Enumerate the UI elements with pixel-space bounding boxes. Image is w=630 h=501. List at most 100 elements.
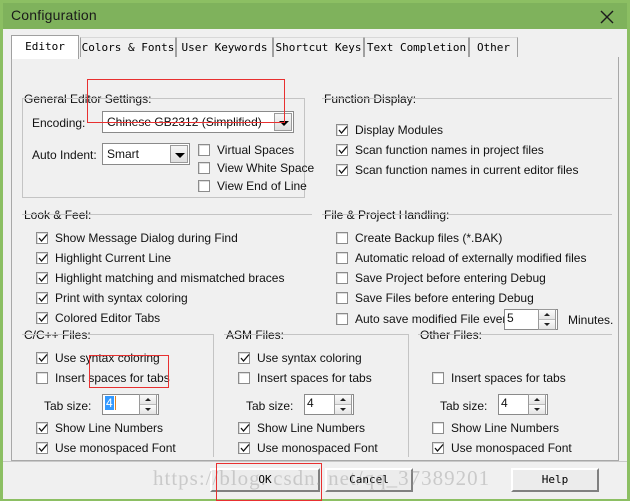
checkbox-label: Colored Editor Tabs xyxy=(55,311,161,325)
checkbox-box xyxy=(432,422,444,434)
check-icon xyxy=(338,126,348,135)
checkbox-label: Create Backup files (*.BAK) xyxy=(355,231,503,245)
encoding-dropdown-button[interactable] xyxy=(274,113,292,131)
checkbox-box xyxy=(36,372,48,384)
tab-editor[interactable]: Editor xyxy=(11,35,79,59)
check-icon xyxy=(38,234,48,243)
checkbox-label: Highlight Current Line xyxy=(55,251,172,265)
spinner-down-button[interactable] xyxy=(529,405,545,414)
other-tab-size-spinner[interactable]: 4 xyxy=(498,394,548,415)
checkbox-label: Insert spaces for tabs xyxy=(257,371,372,385)
triangle-up-icon xyxy=(340,398,346,401)
triangle-up-icon xyxy=(145,398,151,401)
cpp-spinner-buttons[interactable] xyxy=(139,394,157,415)
chevron-down-icon xyxy=(279,121,289,126)
checkbox-label: Use monospaced Font xyxy=(451,441,572,455)
checkbox-label: Save Project before entering Debug xyxy=(355,271,546,285)
auto-indent-combobox[interactable]: Smart xyxy=(102,143,190,165)
configuration-window: Configuration Editor Colors & Fonts User… xyxy=(0,0,630,501)
checkbox-box xyxy=(198,162,210,174)
group-title-look-and-feel: Look & Feel: xyxy=(22,208,95,222)
check-icon xyxy=(434,444,444,453)
checkbox-box xyxy=(432,372,444,384)
asm-tab-size-label: Tab size: xyxy=(246,399,294,413)
checkbox-box xyxy=(36,252,48,264)
checkbox-label: Automatic reload of externally modified … xyxy=(355,251,587,265)
auto-indent-dropdown-button[interactable] xyxy=(170,145,188,163)
checkbox-label: Use syntax coloring xyxy=(55,351,160,365)
group-cpp-files: C/C++ Files: Use syntax coloring Insert … xyxy=(22,328,214,475)
tab-text-completion[interactable]: Text Completion xyxy=(364,37,469,57)
tab-shortcut-keys[interactable]: Shortcut Keys xyxy=(273,37,364,57)
checkbox-label: Highlight matching and mismatched braces xyxy=(55,271,285,285)
dialog-button-bar: OK Cancel Help xyxy=(3,461,627,499)
checkbox-label: Show Line Numbers xyxy=(451,421,560,435)
asm-tab-size-value: 4 xyxy=(307,396,314,410)
cpp-tab-size-spinner[interactable]: 4 xyxy=(102,394,159,415)
checkbox-box xyxy=(36,352,48,364)
cancel-button[interactable]: Cancel xyxy=(325,468,413,492)
checkbox-label: Show Message Dialog during Find xyxy=(55,231,238,245)
checkbox-box xyxy=(238,372,250,384)
group-general-editor-settings: General Editor Settings: Encoding: Chine… xyxy=(22,92,314,198)
other-spinner-buttons[interactable] xyxy=(528,394,546,415)
check-icon xyxy=(38,294,48,303)
auto-indent-label: Auto Indent: xyxy=(32,148,97,162)
check-icon xyxy=(338,166,348,175)
checkbox-box xyxy=(432,442,444,454)
checkbox-box xyxy=(238,422,250,434)
group-title-cpp-files: C/C++ Files: xyxy=(22,328,94,342)
asm-spinner-buttons[interactable] xyxy=(334,394,352,415)
tab-other[interactable]: Other xyxy=(469,37,518,57)
checkbox-box xyxy=(198,144,210,156)
check-icon xyxy=(38,314,48,323)
group-other-files: Other Files: Insert spaces for tabs Tab … xyxy=(418,328,612,457)
check-icon xyxy=(38,274,48,283)
spinner-up-button[interactable] xyxy=(140,395,156,405)
checkbox-label: View White Space xyxy=(217,161,315,175)
group-title-general-editor-settings: General Editor Settings: xyxy=(22,92,155,106)
window-title: Configuration xyxy=(11,7,97,23)
spinner-down-button[interactable] xyxy=(335,405,351,414)
checkbox-label: Insert spaces for tabs xyxy=(451,371,566,385)
triangle-down-icon xyxy=(145,408,151,411)
group-file-project-handling: File & Project Handling: Create Backup f… xyxy=(322,208,613,330)
spinner-up-button[interactable] xyxy=(335,395,351,405)
triangle-up-icon xyxy=(544,313,550,316)
spinner-down-button[interactable] xyxy=(140,405,156,414)
group-title-function-display: Function Display: xyxy=(322,92,420,106)
checkbox-label: Show Line Numbers xyxy=(257,421,366,435)
check-icon xyxy=(38,354,48,363)
encoding-label: Encoding: xyxy=(32,116,86,130)
spinner-down-button[interactable] xyxy=(539,320,555,329)
other-tab-size-label: Tab size: xyxy=(440,399,488,413)
tab-user-keywords[interactable]: User Keywords xyxy=(176,37,273,57)
spinner-up-button[interactable] xyxy=(539,310,555,320)
asm-tab-size-spinner[interactable]: 4 xyxy=(304,394,354,415)
tab-colors-fonts[interactable]: Colors & Fonts xyxy=(80,37,176,57)
group-title-asm-files: ASM Files: xyxy=(224,328,288,342)
checkbox-box xyxy=(36,442,48,454)
checkbox-box xyxy=(336,313,348,325)
checkbox-box xyxy=(36,272,48,284)
check-icon xyxy=(38,254,48,263)
triangle-down-icon xyxy=(544,323,550,326)
checkbox-label: Scan function names in current editor fi… xyxy=(355,163,579,177)
close-button[interactable] xyxy=(589,3,623,29)
encoding-combobox[interactable]: Chinese GB2312 (Simplified) xyxy=(102,111,294,133)
ok-button[interactable]: OK xyxy=(210,468,320,492)
checkbox-box xyxy=(336,144,348,156)
minutes-label: Minutes. xyxy=(568,313,614,327)
autosave-spinner-buttons[interactable] xyxy=(538,309,556,330)
autosave-minutes-spinner[interactable]: 5 xyxy=(504,309,558,330)
checkbox-box xyxy=(336,232,348,244)
checkbox-label: Use syntax coloring xyxy=(257,351,362,365)
other-tab-size-value: 4 xyxy=(501,396,508,410)
checkbox-label: Display Modules xyxy=(355,123,444,137)
help-button[interactable]: Help xyxy=(511,468,599,492)
check-icon xyxy=(38,444,48,453)
spinner-up-button[interactable] xyxy=(529,395,545,405)
group-title-file-project-handling: File & Project Handling: xyxy=(322,208,453,222)
checkbox-label: Auto save modified File every xyxy=(355,312,513,326)
triangle-down-icon xyxy=(534,408,540,411)
